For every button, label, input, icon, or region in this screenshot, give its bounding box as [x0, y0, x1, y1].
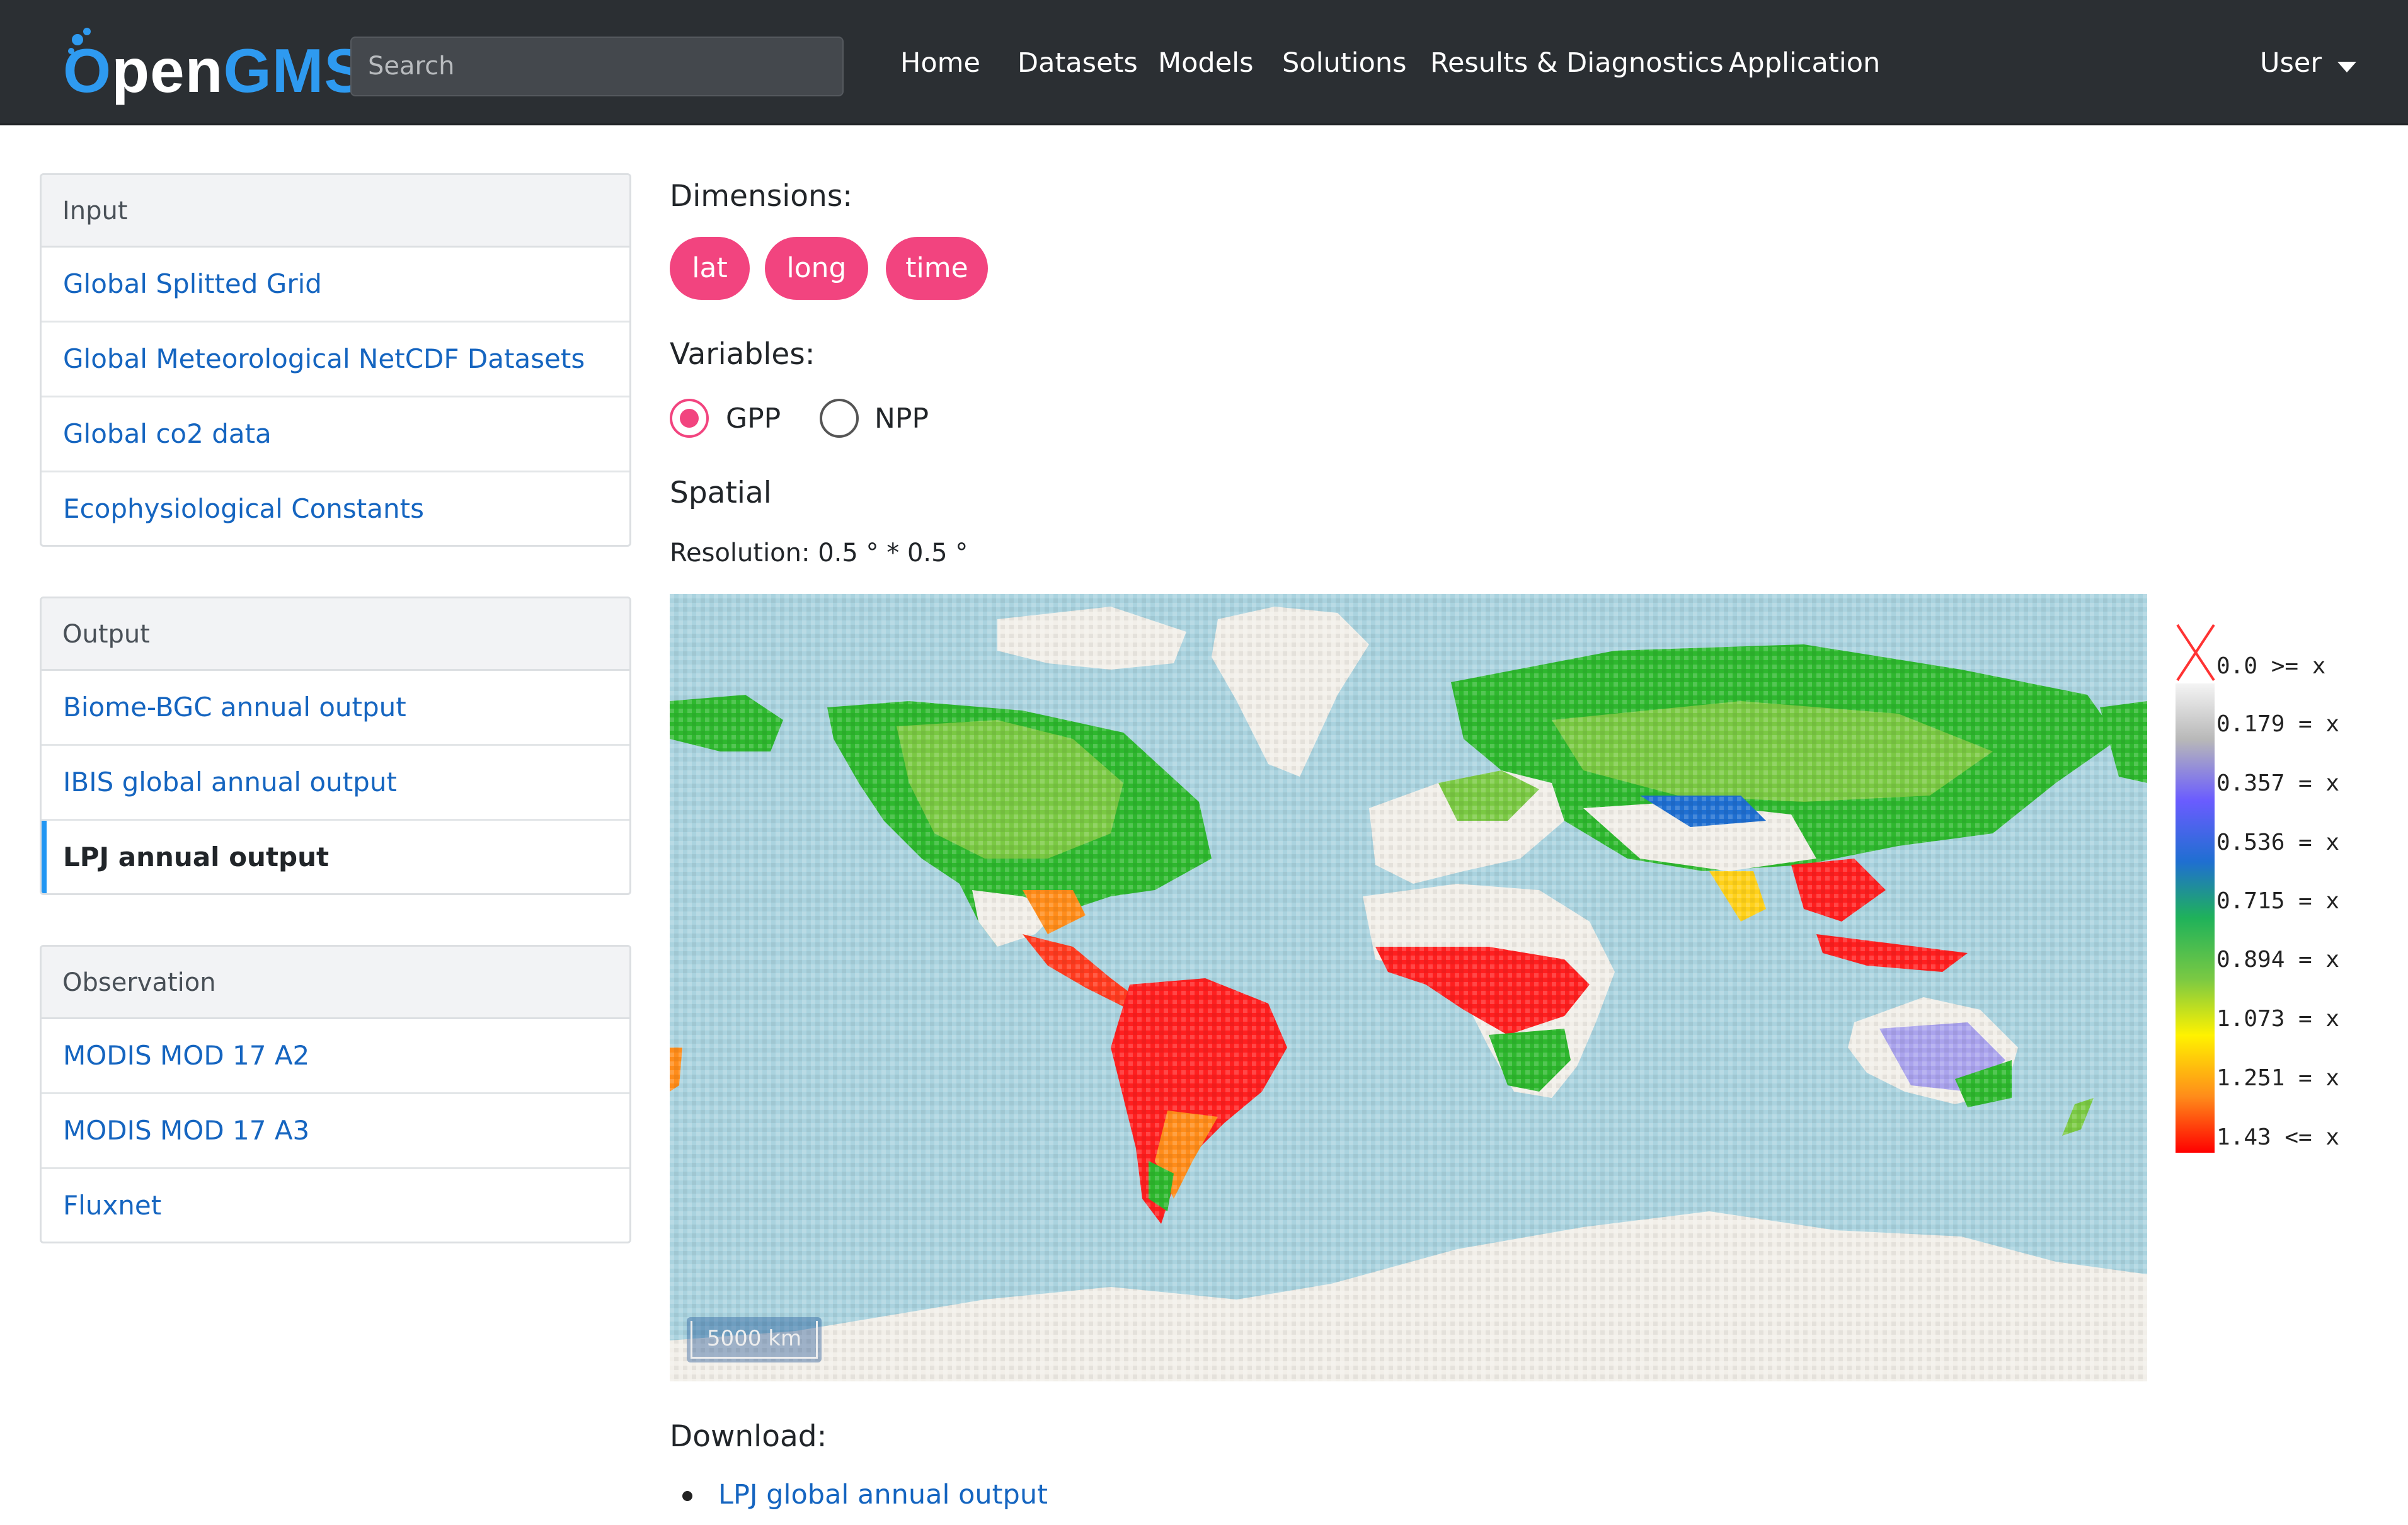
nav-application[interactable]: Application: [1729, 44, 1880, 82]
legend-label: 0.894 = x: [2216, 947, 2340, 973]
chevron-down-icon[interactable]: [2337, 62, 2356, 72]
gpp-radio-label[interactable]: GPP: [726, 401, 781, 437]
panel-header-observation: Observation: [42, 947, 629, 1019]
opengms-logo[interactable]: OpenGMS: [63, 24, 365, 106]
legend-label: 0.357 = x: [2216, 770, 2340, 796]
legend-label: 1.073 = x: [2216, 1006, 2340, 1032]
gpp-radio[interactable]: [670, 399, 709, 438]
download-link[interactable]: LPJ global annual output: [718, 1479, 1048, 1511]
resolution-text: Resolution: 0.5 ° * 0.5 °: [670, 539, 968, 568]
dimension-chip-time[interactable]: time: [886, 237, 988, 300]
list-item[interactable]: MODIS MOD 17 A2: [42, 1019, 629, 1094]
panel-header-output: Output: [42, 598, 629, 671]
search-input[interactable]: Search: [350, 37, 844, 96]
list-item[interactable]: Global Splitted Grid: [42, 248, 629, 323]
legend-label: 0.536 = x: [2216, 830, 2340, 855]
dimension-chip-lat[interactable]: lat: [670, 237, 750, 300]
list-item-active[interactable]: LPJ annual output: [42, 821, 629, 893]
gpp-map[interactable]: 5000 km: [670, 594, 2147, 1381]
legend-color-bar: [2176, 683, 2215, 1153]
dimensions-heading: Dimensions:: [670, 179, 853, 214]
nav-user-menu[interactable]: User: [2260, 44, 2322, 82]
legend-label: 0.715 = x: [2216, 888, 2340, 914]
spatial-heading: Spatial: [670, 476, 772, 510]
logo-text: OpenGMS: [63, 36, 366, 105]
legend-label: 0.179 = x: [2216, 711, 2340, 737]
list-item[interactable]: Ecophysiological Constants: [42, 472, 629, 545]
bullet-icon: [682, 1491, 692, 1501]
panel-header-input: Input: [42, 175, 629, 248]
top-navbar: OpenGMS Search Home Datasets Models Solu…: [0, 0, 2408, 125]
download-heading: Download:: [670, 1419, 827, 1454]
map-scale-label: 5000 km: [691, 1321, 818, 1359]
legend-label: 0.0 >= x: [2216, 653, 2326, 679]
world-map-graphic: [670, 594, 2147, 1381]
observation-panel: Observation MODIS MOD 17 A2 MODIS MOD 17…: [40, 945, 631, 1243]
nav-home[interactable]: Home: [900, 44, 980, 82]
nav-models[interactable]: Models: [1158, 44, 1254, 82]
output-panel: Output Biome-BGC annual output IBIS glob…: [40, 597, 631, 895]
list-item[interactable]: MODIS MOD 17 A3: [42, 1094, 629, 1169]
input-panel: Input Global Splitted Grid Global Meteor…: [40, 173, 631, 547]
pixel-texture: [670, 594, 2147, 1381]
list-item[interactable]: IBIS global annual output: [42, 746, 629, 821]
legend-label: 1.251 = x: [2216, 1065, 2340, 1091]
legend-no-data-icon: [2176, 624, 2215, 682]
map-scale-bar: 5000 km: [687, 1317, 822, 1362]
npp-radio[interactable]: [820, 399, 859, 438]
nav-results-diagnostics[interactable]: Results & Diagnostics: [1430, 44, 1724, 82]
list-item[interactable]: Fluxnet: [42, 1169, 629, 1242]
list-item[interactable]: Global co2 data: [42, 397, 629, 472]
dimension-chip-long[interactable]: long: [765, 237, 868, 300]
legend-label: 1.43 <= x: [2216, 1124, 2340, 1150]
npp-radio-label[interactable]: NPP: [874, 401, 929, 437]
list-item[interactable]: Biome-BGC annual output: [42, 671, 629, 746]
nav-solutions[interactable]: Solutions: [1282, 44, 1407, 82]
nav-datasets[interactable]: Datasets: [1018, 44, 1138, 82]
variables-heading: Variables:: [670, 337, 815, 372]
list-item[interactable]: Global Meteorological NetCDF Datasets: [42, 323, 629, 397]
